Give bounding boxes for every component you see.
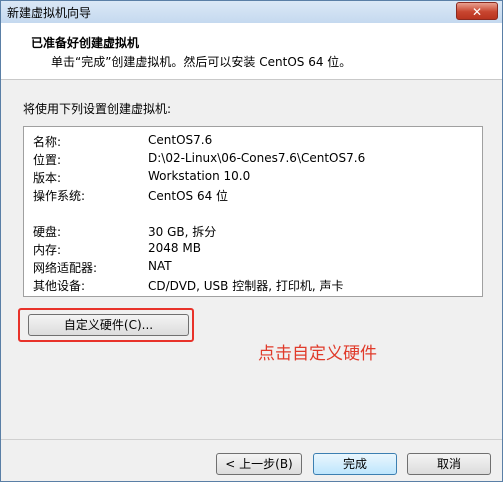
setting-key: 名称:: [33, 135, 62, 149]
wizard-header: 已准备好创建虚拟机 单击“完成”创建虚拟机。然后可以安装 CentOS 64 位…: [1, 23, 502, 80]
setting-value: 30 GB, 拆分: [148, 225, 217, 239]
footer-divider: [1, 439, 502, 440]
setting-row-os: 操作系统: CentOS 64 位: [33, 187, 473, 205]
close-button[interactable]: ✕: [456, 2, 498, 20]
setting-row-memory: 内存: 2048 MB: [33, 241, 473, 259]
setting-row-version: 版本: Workstation 10.0: [33, 169, 473, 187]
title-bar[interactable]: 新建虚拟机向导 ✕: [1, 1, 502, 23]
setting-row-name: 名称: CentOS7.6: [33, 133, 473, 151]
cancel-button[interactable]: 取消: [407, 453, 491, 475]
setting-value: CD/DVD, USB 控制器, 打印机, 声卡: [148, 279, 344, 293]
wizard-window: 新建虚拟机向导 ✕ 已准备好创建虚拟机 单击“完成”创建虚拟机。然后可以安装 C…: [0, 0, 503, 482]
finish-button[interactable]: 完成: [313, 453, 397, 475]
setting-key: 内存:: [33, 243, 62, 257]
setting-value: NAT: [148, 259, 172, 273]
setting-key: 其他设备:: [33, 279, 86, 293]
setting-value: Workstation 10.0: [148, 169, 251, 183]
setting-key: 版本:: [33, 171, 62, 185]
back-button[interactable]: < 上一步(B): [216, 453, 302, 475]
setting-key: 位置:: [33, 153, 62, 167]
setting-key: 网络适配器:: [33, 261, 98, 275]
setting-value: D:\02-Linux\06-Cones7.6\CentOS7.6: [148, 151, 366, 165]
setting-value: CentOS 64 位: [148, 189, 229, 203]
setting-value: 2048 MB: [148, 241, 201, 255]
setting-row-disk: 硬盘: 30 GB, 拆分: [33, 223, 473, 241]
page-subtitle: 单击“完成”创建虚拟机。然后可以安装 CentOS 64 位。: [51, 55, 352, 69]
setting-value: CentOS7.6: [148, 133, 213, 147]
setting-row-network: 网络适配器: NAT: [33, 259, 473, 277]
settings-summary: 名称: CentOS7.6 位置: D:\02-Linux\06-Cones7.6\…: [23, 126, 483, 297]
setting-row-location: 位置: D:\02-Linux\06-Cones7.6\CentOS7.6: [33, 151, 473, 169]
close-icon: ✕: [471, 5, 483, 19]
page-title: 已准备好创建虚拟机: [31, 36, 140, 50]
setting-key: 硬盘:: [33, 225, 62, 239]
settings-intro: 将使用下列设置创建虚拟机:: [23, 102, 172, 116]
customize-hardware-button[interactable]: 自定义硬件(C)...: [28, 314, 189, 336]
window-title: 新建虚拟机向导: [7, 6, 92, 20]
setting-key: 操作系统:: [33, 189, 86, 203]
setting-row-devices: 其他设备: CD/DVD, USB 控制器, 打印机, 声卡: [33, 277, 473, 295]
annotation-text: 点击自定义硬件: [258, 344, 377, 364]
